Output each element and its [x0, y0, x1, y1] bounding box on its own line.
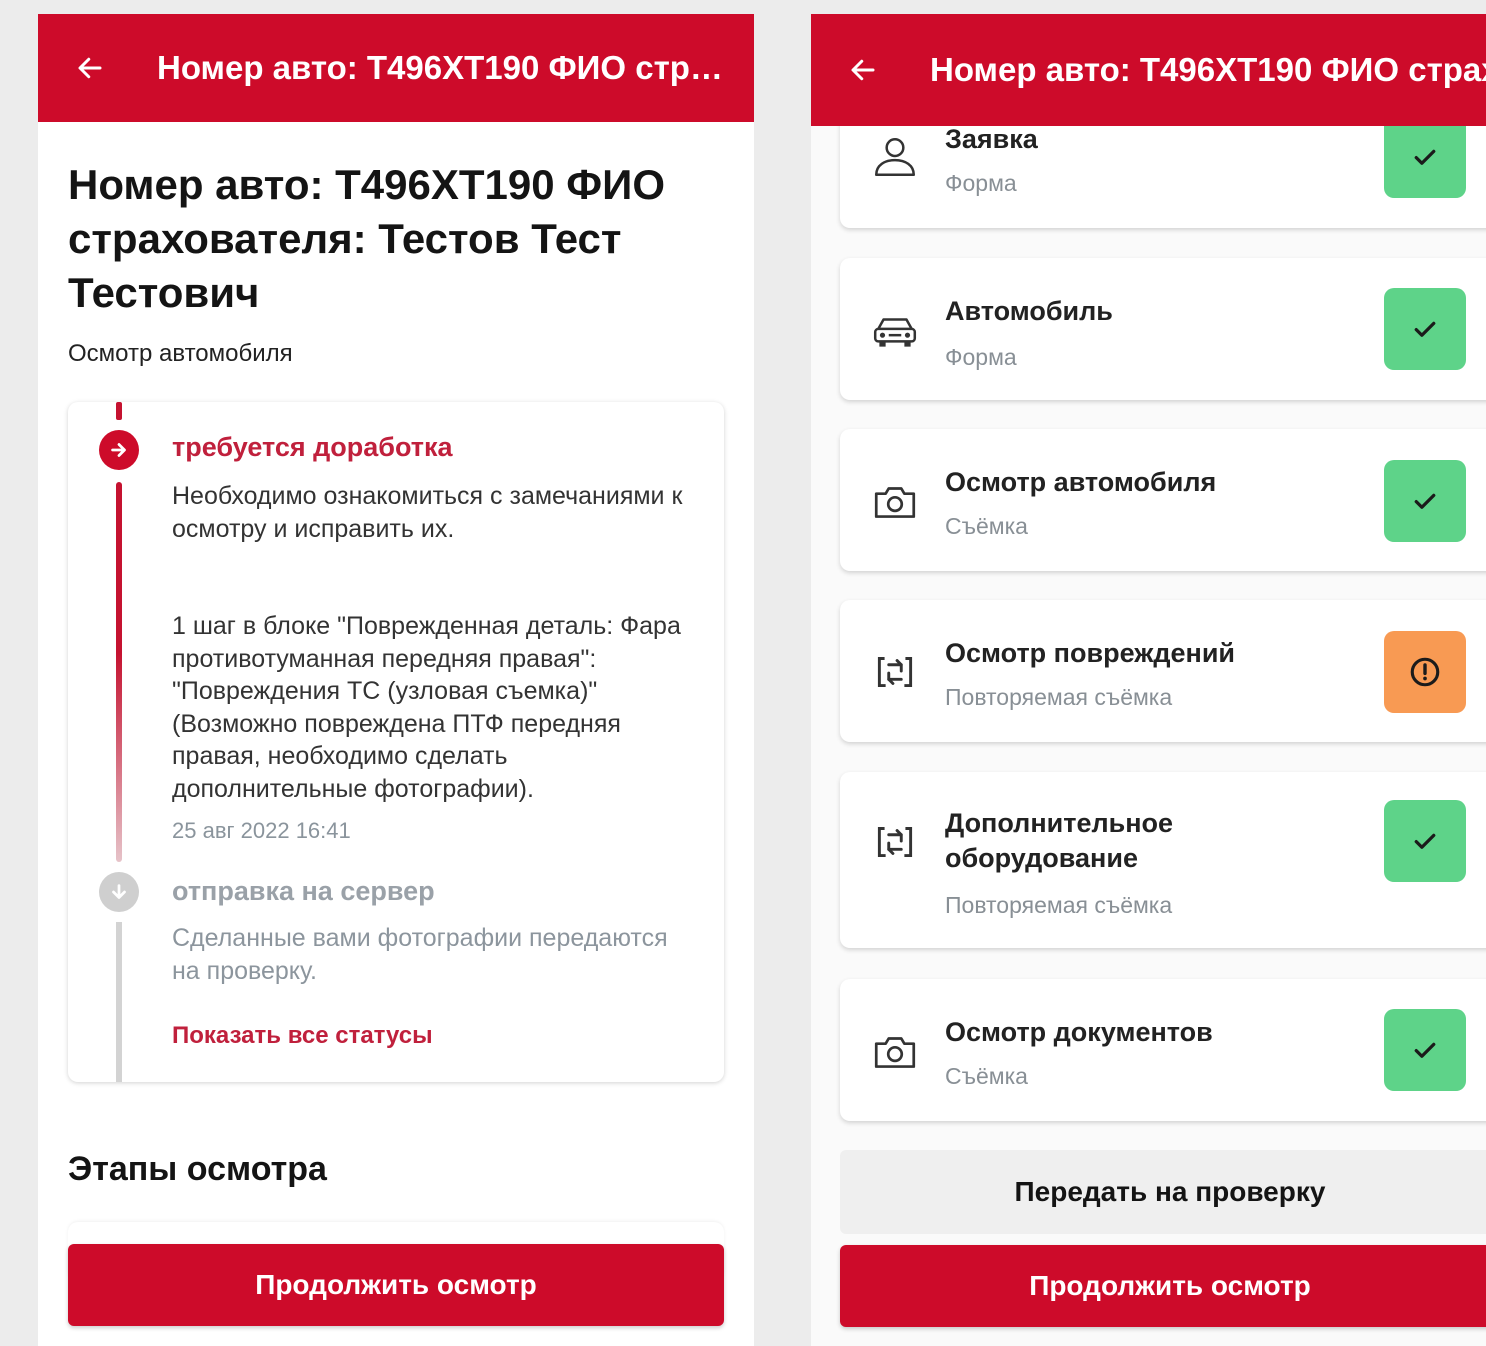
timeline-line: [116, 482, 122, 862]
inspection-status-screen: Номер авто: Т496ХТ190 ФИО страхователя: …: [38, 14, 754, 1346]
back-button[interactable]: [848, 55, 878, 85]
status-current-text: Необходимо ознакомиться с замечаниями к …: [172, 482, 683, 543]
stage-card-car-inspection[interactable]: Осмотр автомобиля Съёмка: [840, 429, 1486, 571]
status-next-marker: [99, 872, 139, 912]
stage-status-badge: [1384, 460, 1466, 542]
app-bar-title: Номер авто: Т496ХТ190 ФИО страхователя: [930, 51, 1486, 88]
submit-for-review-button[interactable]: Передать на проверку: [840, 1150, 1486, 1234]
inspection-stages-screen: Номер авто: Т496ХТ190 ФИО страхователя З…: [811, 14, 1486, 1346]
stage-type: Съёмка: [945, 513, 1028, 539]
arrow-left-icon: [851, 59, 875, 81]
status-current-date: 25 авг 2022 16:41: [172, 818, 351, 843]
camera-icon: [870, 477, 920, 527]
camera-icon: [870, 1027, 920, 1077]
timeline-line: [116, 922, 122, 1082]
stage-title: Осмотр повреждений: [945, 638, 1236, 668]
stage-type: Повторяемая съёмка: [945, 892, 1173, 918]
stage-title: Осмотр документов: [945, 1017, 1213, 1047]
check-icon: [1414, 321, 1436, 337]
status-timeline-card: требуется доработка Необходимо ознакомит…: [68, 402, 724, 1082]
stage-title: Дополнительное оборудование: [945, 808, 1174, 873]
stage-card-documents-inspection[interactable]: Осмотр документов Съёмка: [840, 979, 1486, 1121]
page-title: Номер авто: Т496ХТ190 ФИО страхователя: …: [68, 161, 665, 316]
car-icon: [870, 306, 920, 356]
check-icon: [1414, 833, 1436, 849]
stage-type: Съёмка: [945, 1063, 1028, 1089]
stage-status-badge: [1384, 288, 1466, 370]
status-current-title: требуется доработка: [172, 432, 453, 462]
repeat-icon: [870, 816, 920, 866]
alert-circle-icon: [1410, 657, 1440, 687]
stage-status-badge: [1384, 1009, 1466, 1091]
show-all-statuses-link[interactable]: Показать все статусы: [172, 1022, 433, 1050]
back-button[interactable]: [75, 53, 105, 83]
status-current-marker: [99, 430, 139, 470]
stage-type: Форма: [945, 344, 1017, 370]
stage-status-badge: [1384, 116, 1466, 198]
stage-card-car[interactable]: Автомобиль Форма: [840, 258, 1486, 400]
status-next-title: отправка на сервер: [172, 876, 435, 906]
stage-title: Заявка: [945, 124, 1038, 154]
app-bar: Номер авто: Т496ХТ190 ФИО страхователя: [811, 14, 1486, 126]
section-title: Этапы осмотра: [68, 1150, 327, 1188]
continue-inspection-button[interactable]: Продолжить осмотр: [840, 1245, 1486, 1327]
continue-inspection-button[interactable]: Продолжить осмотр: [68, 1244, 724, 1326]
status-next-text: Сделанные вами фотографии передаются на …: [172, 924, 668, 985]
check-icon: [1414, 493, 1436, 509]
app-bar-title: Номер авто: Т496ХТ190 ФИО страхователя: …: [157, 49, 754, 86]
stage-status-badge: [1384, 631, 1466, 713]
stage-title: Осмотр автомобиля: [945, 467, 1217, 497]
arrow-left-icon: [78, 57, 102, 79]
check-icon: [1414, 149, 1436, 165]
timeline-line: [116, 402, 122, 420]
stage-type: Повторяемая съёмка: [945, 684, 1173, 710]
arrow-down-icon: [112, 884, 126, 899]
stage-card-extra-equipment[interactable]: Дополнительное оборудование Повторяемая …: [840, 772, 1486, 948]
repeat-icon: [870, 646, 920, 696]
stage-type: Форма: [945, 170, 1017, 196]
person-icon: [870, 132, 920, 182]
stage-card-damage-inspection[interactable]: Осмотр повреждений Повторяемая съёмка: [840, 600, 1486, 742]
app-bar: Номер авто: Т496ХТ190 ФИО страхователя: …: [38, 14, 754, 122]
stage-status-badge: [1384, 800, 1466, 882]
page-subtitle: Осмотр автомобиля: [68, 340, 293, 367]
check-icon: [1414, 1042, 1436, 1058]
stage-title: Автомобиль: [945, 296, 1113, 326]
status-current-detail: 1 шаг в блоке "Поврежденная деталь: Фара…: [172, 612, 681, 803]
arrow-right-icon: [111, 443, 126, 457]
